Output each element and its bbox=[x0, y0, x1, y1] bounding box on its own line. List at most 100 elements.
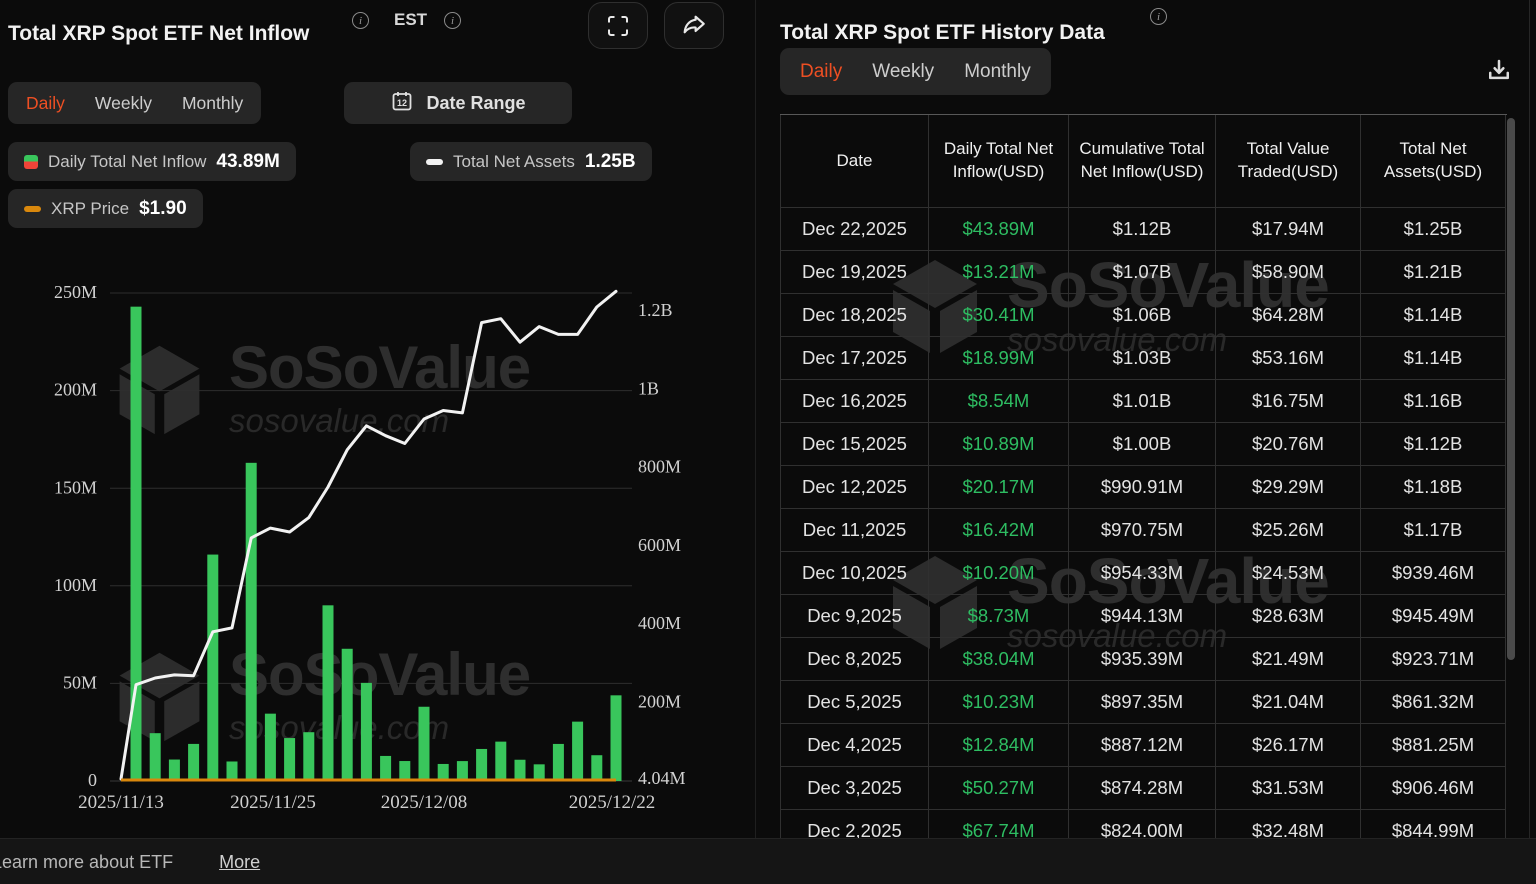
table-row[interactable]: Dec 19,2025$13.21M$1.07B$58.90M$1.21B bbox=[781, 251, 1506, 294]
column-header: Cumulative Total Net Inflow(USD) bbox=[1069, 115, 1216, 208]
inflow-bar[interactable] bbox=[476, 749, 487, 781]
inflow-bar[interactable] bbox=[438, 764, 449, 781]
table-row[interactable]: Dec 5,2025$10.23M$897.35M$21.04M$861.32M bbox=[781, 681, 1506, 724]
inflow-bar[interactable] bbox=[188, 744, 199, 781]
cell-cumulative-inflow: $1.00B bbox=[1069, 423, 1216, 466]
net-inflow-panel: Total XRP Spot ETF Net Inflow i EST i Da… bbox=[0, 0, 755, 838]
inflow-bar[interactable] bbox=[361, 683, 372, 781]
inflow-bar[interactable] bbox=[419, 707, 430, 781]
table-row[interactable]: Dec 16,2025$8.54M$1.01B$16.75M$1.16B bbox=[781, 380, 1506, 423]
inflow-bar[interactable] bbox=[611, 695, 622, 781]
cell-daily-inflow: $8.54M bbox=[929, 380, 1069, 423]
footer-bar: Learn more about ETF More bbox=[0, 838, 1536, 884]
inflow-bar[interactable] bbox=[553, 744, 564, 781]
cell-net-assets: $1.12B bbox=[1361, 423, 1506, 466]
table-row[interactable]: Dec 15,2025$10.89M$1.00B$20.76M$1.12B bbox=[781, 423, 1506, 466]
footer-text: Learn more about ETF bbox=[0, 852, 173, 873]
cell-value-traded: $25.26M bbox=[1216, 509, 1361, 552]
cell-value-traded: $16.75M bbox=[1216, 380, 1361, 423]
table-row[interactable]: Dec 3,2025$50.27M$874.28M$31.53M$906.46M bbox=[781, 767, 1506, 810]
cell-cumulative-inflow: $1.12B bbox=[1069, 208, 1216, 251]
table-row[interactable]: Dec 22,2025$43.89M$1.12B$17.94M$1.25B bbox=[781, 208, 1506, 251]
footer-more-link[interactable]: More bbox=[219, 852, 260, 873]
inflow-bar[interactable] bbox=[457, 761, 468, 781]
cell-daily-inflow: $8.73M bbox=[929, 595, 1069, 638]
y-axis-tick-left: 50M bbox=[63, 673, 97, 693]
cell-daily-inflow: $10.23M bbox=[929, 681, 1069, 724]
y-axis-tick-left: 150M bbox=[54, 477, 97, 497]
cell-value-traded: $28.63M bbox=[1216, 595, 1361, 638]
table-row[interactable]: Dec 9,2025$8.73M$944.13M$28.63M$945.49M bbox=[781, 595, 1506, 638]
cell-daily-inflow: $43.89M bbox=[929, 208, 1069, 251]
inflow-bar[interactable] bbox=[399, 761, 410, 781]
cell-cumulative-inflow: $1.03B bbox=[1069, 337, 1216, 380]
y-axis-tick-left: 0 bbox=[88, 770, 97, 790]
cell-value-traded: $24.53M bbox=[1216, 552, 1361, 595]
y-axis-tick-right: 600M bbox=[638, 535, 681, 555]
cell-value-traded: $29.29M bbox=[1216, 466, 1361, 509]
x-axis-tick: 2025/11/13 bbox=[78, 792, 164, 813]
download-button[interactable] bbox=[1478, 52, 1518, 92]
tab-weekly[interactable]: Weekly bbox=[872, 61, 934, 83]
cell-cumulative-inflow: $970.75M bbox=[1069, 509, 1216, 552]
table-scrollbar-thumb[interactable] bbox=[1507, 118, 1515, 660]
cell-net-assets: $861.32M bbox=[1361, 681, 1506, 724]
page-right-edge bbox=[1529, 0, 1530, 884]
y-axis-tick-left: 200M bbox=[54, 380, 97, 400]
cell-cumulative-inflow: $1.07B bbox=[1069, 251, 1216, 294]
table-row[interactable]: Dec 12,2025$20.17M$990.91M$29.29M$1.18B bbox=[781, 466, 1506, 509]
cell-date: Dec 19,2025 bbox=[781, 251, 929, 294]
y-axis-tick-right: 1B bbox=[638, 378, 659, 398]
table-row[interactable]: Dec 4,2025$12.84M$887.12M$26.17M$881.25M bbox=[781, 724, 1506, 767]
inflow-bar[interactable] bbox=[265, 714, 276, 781]
inflow-bar[interactable] bbox=[380, 756, 391, 781]
table-row[interactable]: Dec 18,2025$30.41M$1.06B$64.28M$1.14B bbox=[781, 294, 1506, 337]
cell-date: Dec 17,2025 bbox=[781, 337, 929, 380]
x-axis-tick: 2025/12/22 bbox=[569, 792, 656, 813]
tab-monthly[interactable]: Monthly bbox=[964, 61, 1031, 83]
inflow-bar[interactable] bbox=[515, 760, 526, 781]
table-header-row: DateDaily Total Net Inflow(USD)Cumulativ… bbox=[781, 115, 1506, 208]
table-row[interactable]: Dec 17,2025$18.99M$1.03B$53.16M$1.14B bbox=[781, 337, 1506, 380]
table-row[interactable]: Dec 8,2025$38.04M$935.39M$21.49M$923.71M bbox=[781, 638, 1506, 681]
cell-value-traded: $17.94M bbox=[1216, 208, 1361, 251]
inflow-bar[interactable] bbox=[342, 649, 353, 781]
inflow-bar[interactable] bbox=[150, 733, 161, 781]
column-header: Total Net Assets(USD) bbox=[1361, 115, 1506, 208]
cell-net-assets: $1.14B bbox=[1361, 294, 1506, 337]
inflow-bar[interactable] bbox=[534, 764, 545, 781]
history-period-tabs: Daily Weekly Monthly bbox=[780, 48, 1051, 95]
cell-net-assets: $923.71M bbox=[1361, 638, 1506, 681]
net-inflow-chart[interactable]: 050M100M150M200M250M4.04M200M400M600M800… bbox=[0, 0, 755, 838]
cell-cumulative-inflow: $935.39M bbox=[1069, 638, 1216, 681]
cell-value-traded: $64.28M bbox=[1216, 294, 1361, 337]
y-axis-tick-right: 800M bbox=[638, 457, 681, 477]
tab-daily[interactable]: Daily bbox=[800, 61, 842, 83]
cell-net-assets: $1.18B bbox=[1361, 466, 1506, 509]
cell-date: Dec 9,2025 bbox=[781, 595, 929, 638]
cell-value-traded: $53.16M bbox=[1216, 337, 1361, 380]
inflow-bar[interactable] bbox=[303, 732, 314, 781]
table-row[interactable]: Dec 11,2025$16.42M$970.75M$25.26M$1.17B bbox=[781, 509, 1506, 552]
inflow-bar[interactable] bbox=[572, 722, 583, 781]
cell-daily-inflow: $50.27M bbox=[929, 767, 1069, 810]
inflow-bar[interactable] bbox=[284, 738, 295, 781]
y-axis-tick-right: 400M bbox=[638, 613, 681, 633]
table-row[interactable]: Dec 10,2025$10.20M$954.33M$24.53M$939.46… bbox=[781, 552, 1506, 595]
inflow-bar[interactable] bbox=[246, 463, 257, 781]
cell-net-assets: $945.49M bbox=[1361, 595, 1506, 638]
cell-cumulative-inflow: $1.06B bbox=[1069, 294, 1216, 337]
cell-date: Dec 5,2025 bbox=[781, 681, 929, 724]
inflow-bar[interactable] bbox=[169, 760, 180, 781]
inflow-bar[interactable] bbox=[323, 605, 334, 781]
cell-daily-inflow: $18.99M bbox=[929, 337, 1069, 380]
inflow-bar[interactable] bbox=[495, 742, 506, 781]
cell-cumulative-inflow: $944.13M bbox=[1069, 595, 1216, 638]
cell-cumulative-inflow: $874.28M bbox=[1069, 767, 1216, 810]
info-icon[interactable]: i bbox=[1150, 8, 1167, 25]
inflow-bar[interactable] bbox=[227, 761, 238, 781]
cell-daily-inflow: $38.04M bbox=[929, 638, 1069, 681]
cell-value-traded: $58.90M bbox=[1216, 251, 1361, 294]
inflow-bar[interactable] bbox=[591, 755, 602, 781]
inflow-bar[interactable] bbox=[207, 555, 218, 781]
